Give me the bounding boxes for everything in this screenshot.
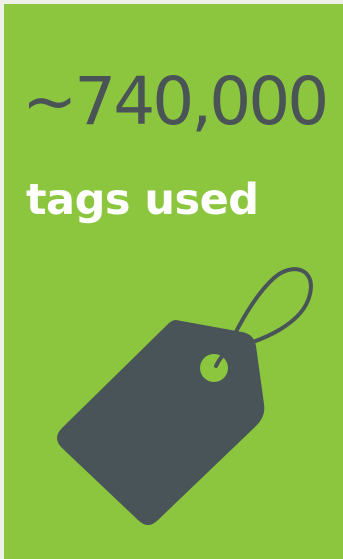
tag-body [57,320,265,525]
stat-card: ~740,000 tags used [4,4,343,559]
price-tag-icon [57,267,313,525]
